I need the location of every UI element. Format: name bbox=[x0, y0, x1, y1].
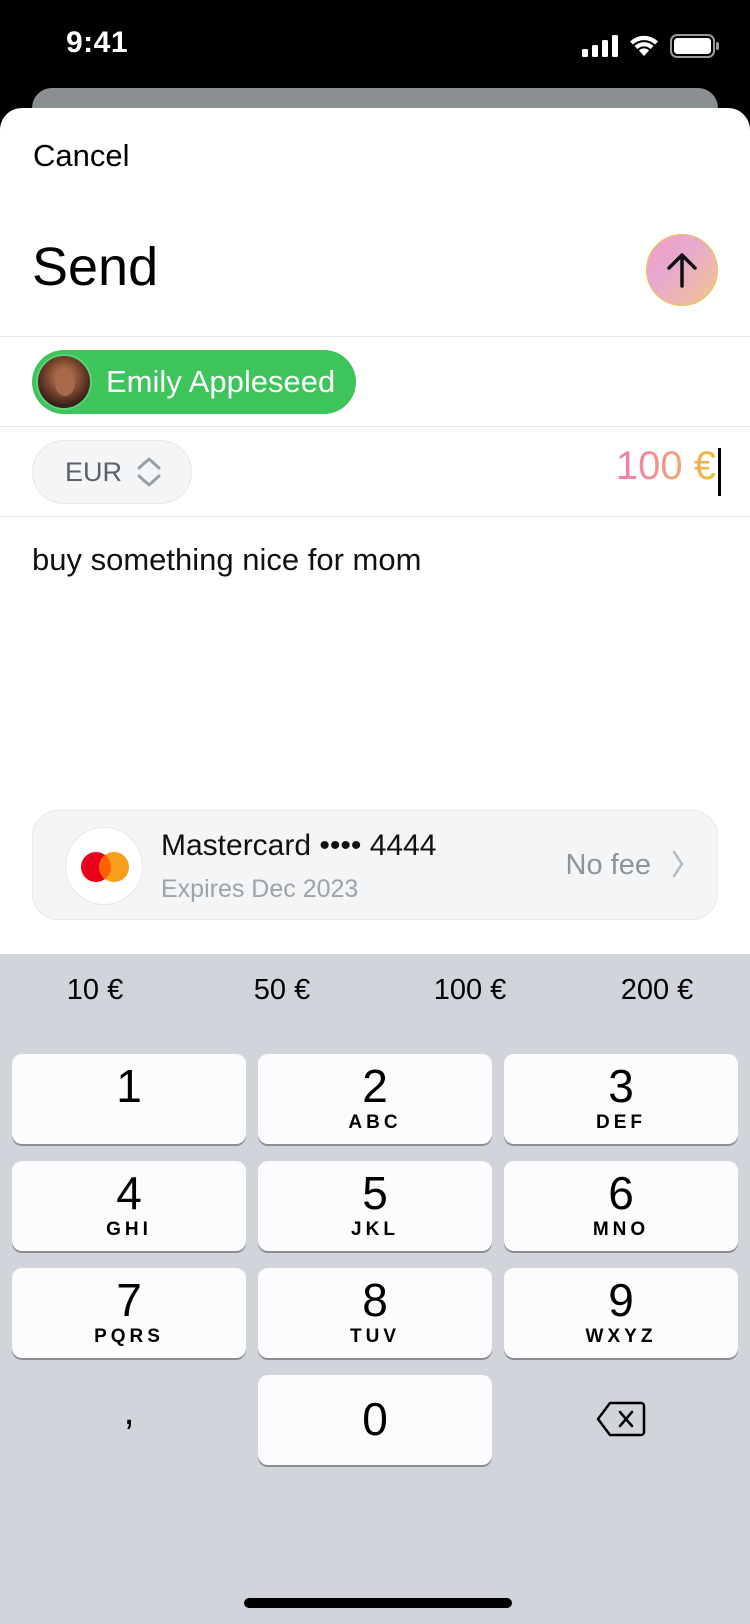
currency-picker[interactable]: EUR bbox=[32, 440, 192, 504]
numeric-keyboard: 10 € 50 € 100 € 200 € 1 2 ABC 3 DEF 4 GH… bbox=[0, 954, 750, 1624]
send-button[interactable] bbox=[646, 234, 718, 306]
note-field[interactable]: buy something nice for mom bbox=[32, 542, 421, 578]
text-cursor bbox=[718, 448, 721, 496]
quick-amounts: 10 € 50 € 100 € 200 € bbox=[0, 974, 750, 1034]
card-name: Mastercard •••• 4444 bbox=[161, 829, 437, 862]
key-letters: DEF bbox=[596, 1112, 646, 1133]
home-indicator bbox=[244, 1598, 512, 1608]
key-number: 7 bbox=[116, 1274, 142, 1326]
wifi-icon bbox=[630, 35, 658, 56]
chevron-up-down-icon bbox=[137, 457, 161, 487]
backspace-icon bbox=[596, 1401, 646, 1437]
key-7[interactable]: 7 PQRS bbox=[12, 1268, 246, 1358]
recipient-name: Emily Appleseed bbox=[106, 364, 336, 399]
battery-icon bbox=[670, 34, 719, 58]
status-icons bbox=[582, 34, 720, 58]
card-fee: No fee bbox=[565, 849, 651, 881]
key-8[interactable]: 8 TUV bbox=[258, 1268, 492, 1358]
key-number: 8 bbox=[362, 1274, 388, 1326]
currency-code: EUR bbox=[65, 456, 123, 487]
key-5[interactable]: 5 JKL bbox=[258, 1161, 492, 1251]
divider bbox=[0, 336, 750, 337]
key-number: 6 bbox=[608, 1167, 634, 1219]
arrow-up-icon bbox=[667, 253, 697, 288]
amount-input[interactable]: 100 € bbox=[616, 444, 716, 489]
key-number: 3 bbox=[608, 1060, 634, 1112]
recipient-chip[interactable]: Emily Appleseed bbox=[32, 350, 356, 414]
payment-method-row[interactable]: Mastercard •••• 4444 Expires Dec 2023 No… bbox=[32, 810, 718, 920]
key-letters: ABC bbox=[348, 1112, 402, 1133]
mastercard-logo-icon bbox=[65, 827, 143, 905]
key-number: 5 bbox=[362, 1167, 388, 1219]
status-bar: 9:41 bbox=[0, 0, 750, 88]
cancel-button[interactable]: Cancel bbox=[33, 138, 130, 174]
key-letters: TUV bbox=[350, 1326, 400, 1347]
key-letters: JKL bbox=[351, 1219, 399, 1240]
key-decimal[interactable]: , bbox=[12, 1375, 246, 1465]
key-0[interactable]: 0 bbox=[258, 1375, 492, 1465]
page-title: Send bbox=[32, 237, 159, 297]
delete-key[interactable] bbox=[504, 1375, 738, 1465]
status-time: 9:41 bbox=[66, 26, 129, 59]
key-number: 2 bbox=[362, 1060, 388, 1112]
key-number: 4 bbox=[116, 1167, 142, 1219]
key-6[interactable]: 6 MNO bbox=[504, 1161, 738, 1251]
card-expiry: Expires Dec 2023 bbox=[161, 875, 359, 903]
cellular-signal-icon bbox=[582, 35, 618, 57]
key-letters: GHI bbox=[106, 1219, 152, 1240]
quick-amount-10[interactable]: 10 € bbox=[20, 974, 170, 1007]
key-letters: WXYZ bbox=[585, 1326, 657, 1347]
key-number: 0 bbox=[362, 1393, 388, 1445]
quick-amount-50[interactable]: 50 € bbox=[207, 974, 357, 1007]
key-letters: PQRS bbox=[94, 1326, 164, 1347]
key-number: 1 bbox=[116, 1060, 142, 1112]
key-1[interactable]: 1 bbox=[12, 1054, 246, 1144]
key-number: , bbox=[123, 1389, 135, 1433]
divider bbox=[0, 426, 750, 427]
avatar bbox=[36, 354, 92, 410]
key-2[interactable]: 2 ABC bbox=[258, 1054, 492, 1144]
quick-amount-100[interactable]: 100 € bbox=[395, 974, 545, 1007]
divider bbox=[0, 516, 750, 517]
key-letters: MNO bbox=[592, 1219, 650, 1240]
key-9[interactable]: 9 WXYZ bbox=[504, 1268, 738, 1358]
key-3[interactable]: 3 DEF bbox=[504, 1054, 738, 1144]
chevron-right-icon bbox=[672, 850, 684, 878]
key-4[interactable]: 4 GHI bbox=[12, 1161, 246, 1251]
key-number: 9 bbox=[608, 1274, 634, 1326]
quick-amount-200[interactable]: 200 € bbox=[582, 974, 732, 1007]
